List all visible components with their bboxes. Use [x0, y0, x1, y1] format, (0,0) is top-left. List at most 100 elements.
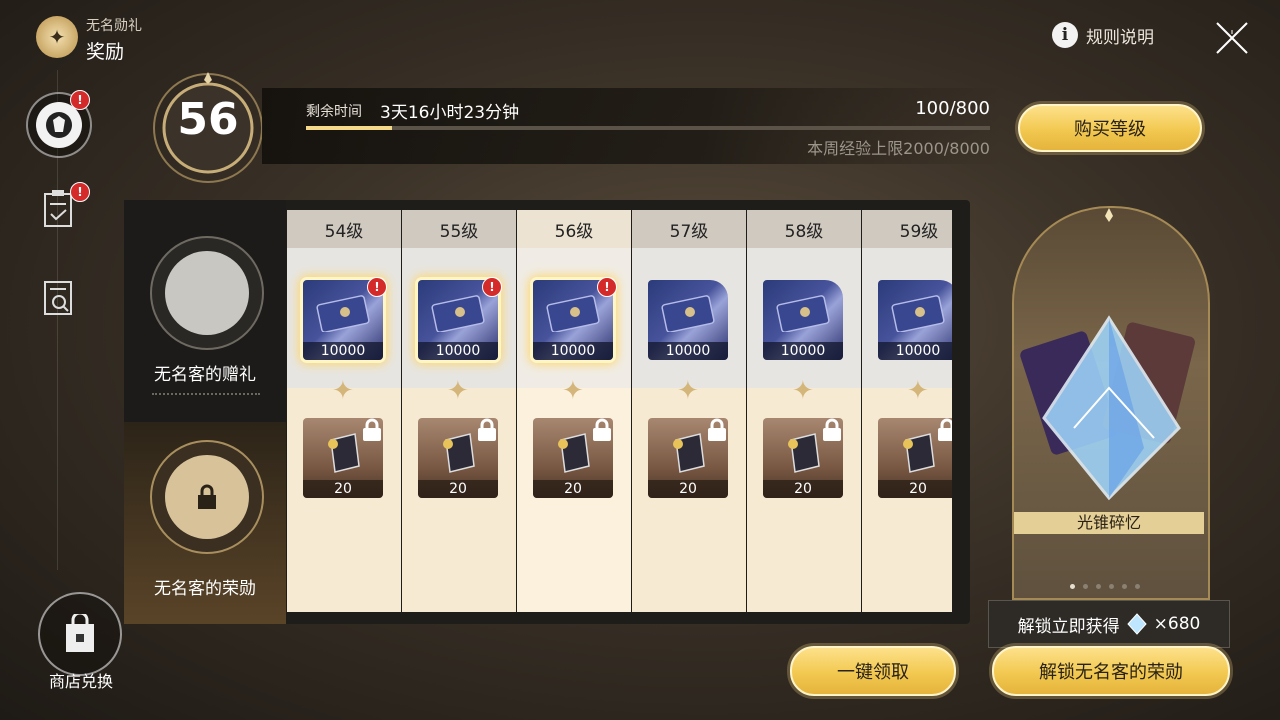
- star-divider-icon: ✦: [907, 376, 929, 406]
- pager-dot[interactable]: [1122, 584, 1127, 589]
- light-cone-shard-icon: [1020, 208, 1195, 501]
- pager-dot[interactable]: [1083, 584, 1088, 589]
- unlock-honor-button[interactable]: 解锁无名客的荣勋: [992, 646, 1230, 696]
- item-quantity: 10000: [533, 342, 613, 360]
- unlock-tooltip: 解锁立即获得 ×680: [988, 600, 1230, 648]
- featured-reward-card[interactable]: [1012, 206, 1210, 600]
- header-subtitle: 无名勋礼: [86, 18, 142, 34]
- exp-book-icon: [673, 433, 705, 473]
- exp-book-icon: [328, 433, 360, 473]
- level-header: 58级: [747, 210, 861, 248]
- reward-column: 59级 ✦ 10000 20: [862, 210, 952, 612]
- weekly-exp-cap: 本周经验上限2000/8000: [807, 139, 990, 158]
- shop-label: 商店兑换: [48, 672, 113, 691]
- time-remaining-value: 3天16小时23分钟: [380, 103, 520, 123]
- rules-button[interactable]: i 规则说明: [1052, 22, 1154, 48]
- level-header: 56级: [517, 210, 631, 248]
- free-reward-item[interactable]: 10000: [648, 280, 728, 360]
- buy-level-button[interactable]: 购买等级: [1018, 104, 1202, 152]
- star-divider-icon: ✦: [677, 376, 699, 406]
- info-icon: i: [1052, 22, 1078, 48]
- rewards-alert-badge: !: [70, 90, 90, 110]
- free-track-emblem-icon: [150, 236, 264, 350]
- missions-alert-badge: !: [70, 182, 90, 202]
- paid-track-emblem-icon: [150, 440, 264, 554]
- pager-dot[interactable]: [1096, 584, 1101, 589]
- item-quantity: 20: [303, 480, 383, 498]
- paid-track-label: 无名客的荣勋: [154, 579, 256, 599]
- item-quantity: 20: [763, 480, 843, 498]
- credit-ticket-icon: [776, 295, 830, 332]
- pager-dot[interactable]: [1070, 584, 1075, 589]
- credit-ticket-icon: [316, 295, 370, 332]
- lock-icon: [198, 484, 216, 509]
- reward-column: 56级 ✦ 10000 ! 20: [517, 210, 631, 612]
- credit-ticket-icon: [546, 295, 600, 332]
- item-quantity: 10000: [303, 342, 383, 360]
- pager-dot[interactable]: [1135, 584, 1140, 589]
- lock-icon: [593, 418, 611, 441]
- claimable-alert-badge: !: [482, 277, 502, 297]
- reward-column: 57级 ✦ 10000 20: [632, 210, 746, 612]
- star-divider-icon: ✦: [792, 376, 814, 406]
- nameless-honor-emblem-icon: ✦: [36, 16, 78, 58]
- level-header: 57级: [632, 210, 746, 248]
- item-quantity: 10000: [878, 342, 952, 360]
- free-reward-item[interactable]: 10000: [878, 280, 952, 360]
- item-quantity: 20: [533, 480, 613, 498]
- item-quantity: 10000: [418, 342, 498, 360]
- pager-dot[interactable]: [1109, 584, 1114, 589]
- featured-reward-label: 光锥碎忆: [1014, 512, 1204, 534]
- tooltip-amount: ×680: [1153, 614, 1201, 634]
- exp-bar-track: [306, 126, 990, 130]
- exp-book-icon: [558, 433, 590, 473]
- exp-progress: 100/800: [915, 98, 990, 119]
- current-level: 56: [177, 94, 239, 145]
- tooltip-text: 解锁立即获得: [1017, 616, 1120, 637]
- credit-ticket-icon: [891, 295, 945, 332]
- stellar-jade-icon: [1126, 613, 1147, 635]
- item-quantity: 10000: [763, 342, 843, 360]
- page-title: 奖励: [86, 41, 125, 63]
- claim-all-button[interactable]: 一键领取: [790, 646, 956, 696]
- reward-column: 58级 ✦ 10000 20: [747, 210, 861, 612]
- level-header: 59级: [862, 210, 952, 248]
- document-search-icon: [44, 281, 72, 315]
- item-quantity: 20: [648, 480, 728, 498]
- star-divider-icon: ✦: [332, 376, 354, 406]
- featured-pager[interactable]: [1070, 584, 1140, 589]
- lock-icon: [938, 418, 952, 441]
- lock-icon: [823, 418, 841, 441]
- lock-icon: [478, 418, 496, 441]
- level-header: 54级: [287, 210, 401, 248]
- clipboard-check-icon: [44, 190, 72, 227]
- exp-book-icon: [903, 433, 935, 473]
- track-divider: [152, 393, 260, 395]
- exp-book-icon: [788, 433, 820, 473]
- free-reward-item[interactable]: 10000: [763, 280, 843, 360]
- item-quantity: 20: [878, 480, 952, 498]
- star-divider-icon: ✦: [447, 376, 469, 406]
- reward-column: 54级 ✦ 10000 ! 20: [287, 210, 401, 612]
- claimable-alert-badge: !: [597, 277, 617, 297]
- credit-ticket-icon: [661, 295, 715, 332]
- reward-columns[interactable]: 54级 ✦ 10000 ! 20 55级 ✦ 10000 ! 20 56级 ✦: [287, 210, 952, 612]
- item-quantity: 10000: [648, 342, 728, 360]
- rules-label: 规则说明: [1086, 27, 1154, 48]
- close-icon[interactable]: [1214, 20, 1250, 56]
- credit-ticket-icon: [431, 295, 485, 332]
- item-quantity: 20: [418, 480, 498, 498]
- star-divider-icon: ✦: [562, 376, 584, 406]
- exp-bar-fill: [306, 126, 392, 130]
- exp-book-icon: [443, 433, 475, 473]
- rail-tab-overview[interactable]: [32, 272, 84, 324]
- shop-exchange-button[interactable]: 商店兑换: [38, 592, 124, 691]
- time-remaining-label: 剩余时间: [306, 104, 362, 120]
- level-header: 55级: [402, 210, 516, 248]
- claimable-alert-badge: !: [367, 277, 387, 297]
- lock-icon: [708, 418, 726, 441]
- shop-bag-icon: [38, 592, 122, 676]
- lock-icon: [363, 418, 381, 441]
- free-track-label: 无名客的赠礼: [154, 365, 256, 385]
- reward-column: 55级 ✦ 10000 ! 20: [402, 210, 516, 612]
